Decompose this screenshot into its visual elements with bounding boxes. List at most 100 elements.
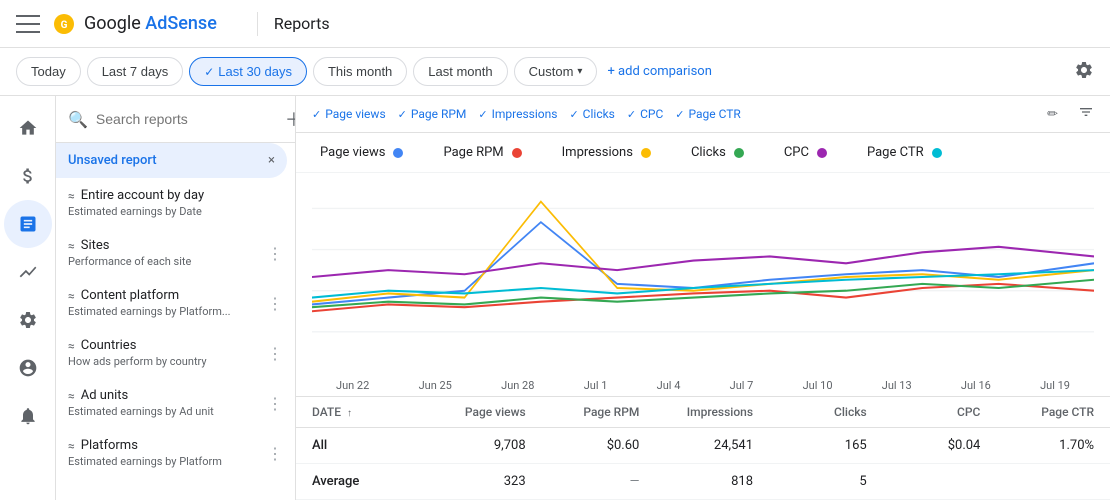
sidebar-item-platforms[interactable]: ≈ Platforms Estimated earnings by Platfo… <box>56 428 295 478</box>
x-label: Jul 19 <box>1040 379 1070 392</box>
legend-dot-cpc <box>817 148 827 158</box>
nav-settings[interactable] <box>4 296 52 344</box>
tab-page-rpm[interactable]: ✓ Page RPM <box>398 107 467 121</box>
cell-pagerpm-all: $0.60 <box>526 438 640 453</box>
cell-pagectr-all: 1.70% <box>980 438 1094 453</box>
legend-page-ctr: Page CTR <box>867 145 942 160</box>
metric-tabs: ✓ Page views ✓ Page RPM ✓ Impressions ✓ … <box>296 96 1110 133</box>
cell-date-average: Average <box>312 474 412 489</box>
legend-dot-page-ctr <box>932 148 942 158</box>
nav-account[interactable] <box>4 344 52 392</box>
tab-page-views[interactable]: ✓ Page views <box>312 107 386 121</box>
col-header-impressions: Impressions <box>639 405 753 419</box>
x-label: Jul 7 <box>730 379 754 392</box>
more-icon[interactable]: ⋮ <box>267 444 283 463</box>
add-report-icon[interactable]: ＋ <box>285 106 296 132</box>
x-label: Jul 13 <box>882 379 912 392</box>
active-report-label: Unsaved report <box>68 153 157 168</box>
cell-impressions-all: 24,541 <box>639 438 753 453</box>
filter-last7[interactable]: Last 7 days <box>87 57 184 86</box>
more-icon[interactable]: ⋮ <box>267 244 283 263</box>
main-layout: 🔍 ＋ Unsaved report × ≈ Entire account by… <box>0 96 1110 500</box>
cell-pagectr-average <box>980 474 1094 489</box>
cell-cpc-average <box>867 474 981 489</box>
google-adsense-logo: G <box>52 12 76 36</box>
logo-area: G Google AdSense <box>52 12 217 36</box>
sidebar-item-entire-account[interactable]: ≈ Entire account by day Estimated earnin… <box>56 178 295 228</box>
left-nav <box>0 96 56 500</box>
search-icon: 🔍 <box>68 110 88 129</box>
cell-pageviews-average: 323 <box>412 474 526 489</box>
sidebar-item-countries[interactable]: ≈ Countries How ads perform by country ⋮ <box>56 328 295 378</box>
cell-clicks-average: 5 <box>753 474 867 489</box>
cell-impressions-average: 818 <box>639 474 753 489</box>
x-label: Jun 25 <box>419 379 452 392</box>
nav-reports[interactable] <box>4 200 52 248</box>
nav-optimization[interactable] <box>4 248 52 296</box>
sidebar-item-ad-units[interactable]: ≈ Ad units Estimated earnings by Ad unit… <box>56 378 295 428</box>
app-name: Google AdSense <box>84 13 217 34</box>
close-report-icon[interactable]: × <box>268 153 275 168</box>
more-icon[interactable]: ⋮ <box>267 294 283 313</box>
more-icon[interactable]: ⋮ <box>267 344 283 363</box>
line-chart <box>312 181 1094 373</box>
legend-clicks: Clicks <box>691 145 744 160</box>
tab-clicks[interactable]: ✓ Clicks <box>569 107 614 121</box>
top-bar: G Google AdSense Reports <box>0 0 1110 48</box>
x-label: Jul 1 <box>584 379 608 392</box>
x-label: Jul 10 <box>803 379 833 392</box>
legend-dot-page-rpm <box>512 148 522 158</box>
table-row-all[interactable]: All 9,708 $0.60 24,541 165 $0.04 1.70% <box>296 428 1110 464</box>
filter-icon[interactable] <box>1078 104 1094 124</box>
sort-icon: ↑ <box>347 408 352 419</box>
nav-alerts[interactable] <box>4 392 52 440</box>
legend-impressions: Impressions <box>562 145 651 160</box>
legend-dot-clicks <box>734 148 744 158</box>
tab-impressions[interactable]: ✓ Impressions <box>478 107 557 121</box>
col-header-pagectr: Page CTR <box>980 405 1094 419</box>
add-comparison-button[interactable]: + add comparison <box>607 64 711 79</box>
col-header-date[interactable]: DATE ↑ <box>312 405 412 419</box>
tab-cpc[interactable]: ✓ CPC <box>627 107 663 121</box>
table-row-average[interactable]: Average 323 — 818 5 <box>296 464 1110 500</box>
x-axis-labels: Jun 22 Jun 25 Jun 28 Jul 1 Jul 4 Jul 7 J… <box>296 377 1110 396</box>
cell-cpc-all: $0.04 <box>867 438 981 453</box>
legend-page-rpm: Page RPM <box>443 145 521 160</box>
nav-home[interactable] <box>4 104 52 152</box>
edit-metrics-icon[interactable]: ✏ <box>1047 107 1058 122</box>
cell-pagerpm-average: — <box>526 474 640 489</box>
chart-area: ✓ Page views ✓ Page RPM ✓ Impressions ✓ … <box>296 96 1110 500</box>
active-report-item: Unsaved report × <box>56 143 287 178</box>
filter-custom[interactable]: Custom ▾ <box>514 57 598 86</box>
check-icon: ✓ <box>204 65 214 79</box>
cell-pageviews-all: 9,708 <box>412 438 526 453</box>
filter-today[interactable]: Today <box>16 57 81 86</box>
x-label: Jun 28 <box>501 379 534 392</box>
filter-bar: Today Last 7 days ✓ Last 30 days This mo… <box>0 48 1110 96</box>
menu-icon[interactable] <box>16 12 40 36</box>
page-title: Reports <box>274 14 330 33</box>
table-header-row: DATE ↑ Page views Page RPM Impressions C… <box>296 397 1110 428</box>
chart-legend: Page views Page RPM Impressions Clicks C… <box>296 133 1110 173</box>
cell-date-all: All <box>312 438 412 453</box>
col-header-cpc: CPC <box>867 405 981 419</box>
filter-last30[interactable]: ✓ Last 30 days <box>189 57 307 86</box>
cell-clicks-all: 165 <box>753 438 867 453</box>
chart-canvas-wrapper <box>296 173 1110 377</box>
settings-icon[interactable] <box>1074 60 1094 84</box>
filter-lastmonth[interactable]: Last month <box>413 57 507 86</box>
x-label: Jun 22 <box>336 379 369 392</box>
sidebar-item-sites[interactable]: ≈ Sites Performance of each site ⋮ <box>56 228 295 278</box>
legend-dot-page-views <box>393 148 403 158</box>
more-icon[interactable]: ⋮ <box>267 394 283 413</box>
search-bar: 🔍 ＋ <box>56 96 295 143</box>
col-header-pageviews: Page views <box>412 405 526 419</box>
sidebar: 🔍 ＋ Unsaved report × ≈ Entire account by… <box>56 96 296 500</box>
search-input[interactable] <box>96 111 277 127</box>
tab-page-ctr[interactable]: ✓ Page CTR <box>675 107 741 121</box>
sidebar-item-content-platform[interactable]: ≈ Content platform Estimated earnings by… <box>56 278 295 328</box>
col-header-clicks: Clicks <box>753 405 867 419</box>
filter-thismonth[interactable]: This month <box>313 57 407 86</box>
nav-earnings[interactable] <box>4 152 52 200</box>
svg-text:G: G <box>61 20 68 31</box>
